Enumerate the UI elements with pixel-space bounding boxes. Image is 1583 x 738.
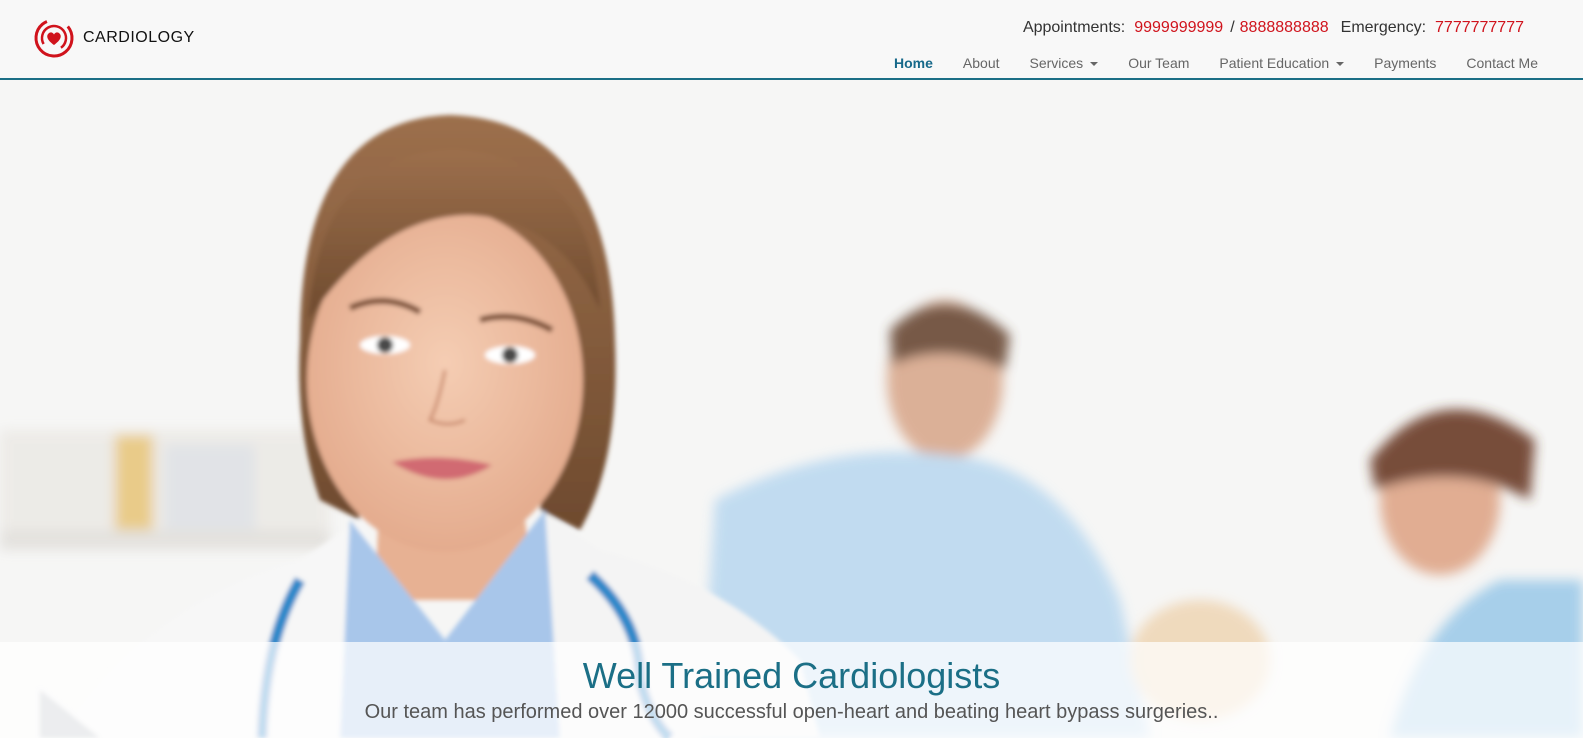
nav-services[interactable]: Services <box>1030 55 1099 71</box>
nav-about[interactable]: About <box>963 55 1000 71</box>
appointment-phone-2[interactable]: 8888888888 <box>1240 19 1329 37</box>
contact-bar: Appointments: 9999999999 / 8888888888 Em… <box>1023 19 1524 37</box>
appointment-phone-1[interactable]: 9999999999 <box>1134 19 1223 37</box>
site-header: CARDIOLOGY Appointments: 9999999999 / 88… <box>0 0 1583 80</box>
nav-services-label: Services <box>1029 55 1084 71</box>
nav-patient-education[interactable]: Patient Education <box>1219 55 1345 71</box>
hero-title: Well Trained Cardiologists <box>582 655 1001 696</box>
hero-caption: Well Trained Cardiologists Our team has … <box>0 642 1583 738</box>
brand-logo[interactable]: CARDIOLOGY <box>33 17 195 59</box>
nav-patient-education-label: Patient Education <box>1219 55 1330 71</box>
heart-target-icon <box>34 18 74 58</box>
nav-contact-me[interactable]: Contact Me <box>1466 55 1538 71</box>
chevron-down-icon <box>1090 62 1099 66</box>
nav-home[interactable]: Home <box>894 55 933 71</box>
hero-subtitle: Our team has performed over 12000 succes… <box>364 701 1219 723</box>
emergency-label: Emergency: <box>1340 19 1427 36</box>
hero-image <box>0 115 1583 738</box>
chevron-down-icon <box>1336 62 1345 66</box>
nav-payments[interactable]: Payments <box>1374 55 1436 71</box>
phone-separator: / <box>1230 19 1235 36</box>
emergency-phone[interactable]: 7777777777 <box>1435 19 1524 37</box>
nav-our-team[interactable]: Our Team <box>1128 55 1189 71</box>
brand-name: CARDIOLOGY <box>83 29 195 46</box>
main-nav: Home About Services Our Team Patient Edu… <box>894 55 1538 71</box>
hero-slider: Well Trained Cardiologists Our team has … <box>0 80 1583 738</box>
appointments-label: Appointments: <box>1022 19 1126 36</box>
